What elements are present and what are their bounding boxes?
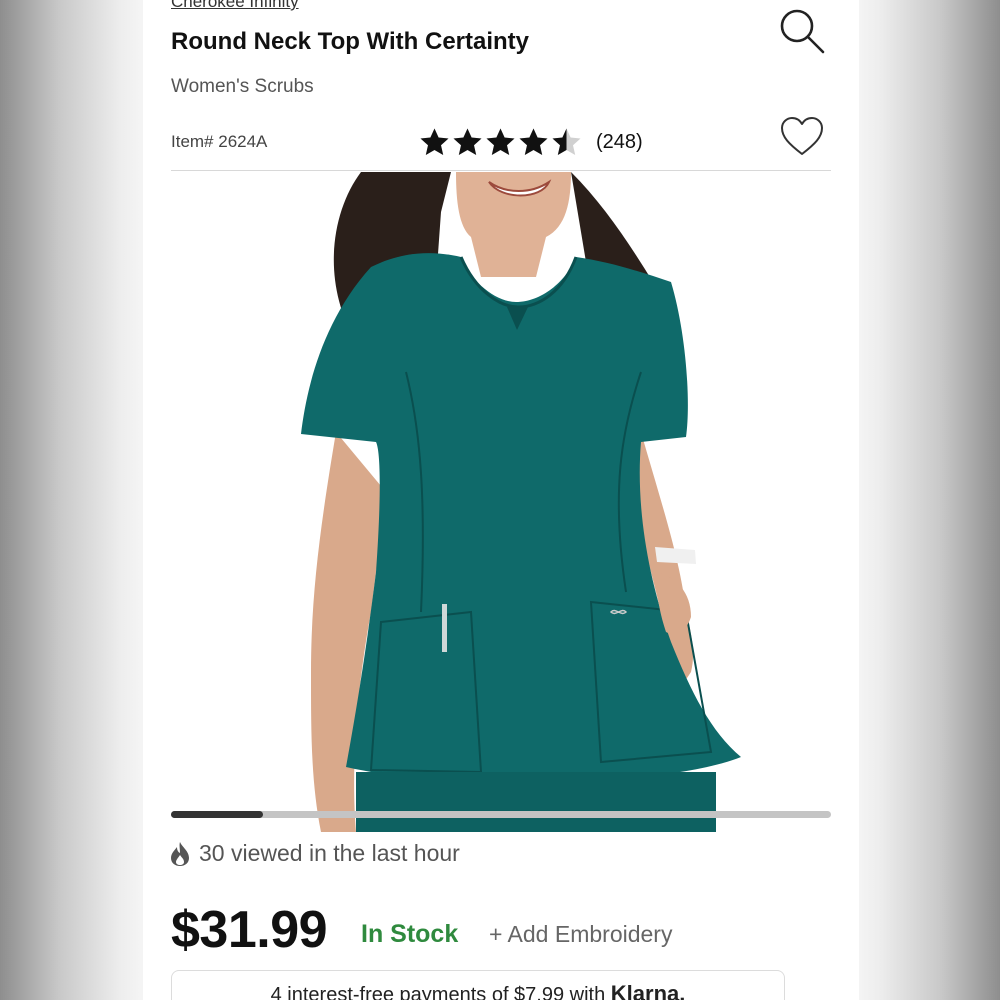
- item-number: Item# 2624A: [171, 132, 268, 151]
- header-divider: [171, 170, 831, 171]
- star-full-icon: [420, 128, 449, 155]
- star-full-icon: [519, 128, 548, 155]
- rating-summary[interactable]: (248): [419, 124, 643, 160]
- klarna-text: 4 interest-free payments of $7.99 with: [270, 984, 606, 1000]
- review-count[interactable]: (248): [596, 131, 643, 154]
- brand-link[interactable]: Cherokee Infinity: [171, 0, 299, 12]
- product-category: Women's Scrubs: [171, 76, 314, 97]
- social-proof: 30 viewed in the last hour: [169, 840, 460, 867]
- star-full-icon: [453, 128, 482, 155]
- rating-stars: [419, 127, 584, 158]
- price: $31.99: [171, 901, 328, 959]
- star-half-icon: [552, 128, 581, 155]
- search-icon[interactable]: [775, 4, 829, 58]
- klarna-logo: Klarna.: [610, 981, 686, 1000]
- views-text: 30 viewed in the last hour: [199, 840, 460, 866]
- image-carousel-progress[interactable]: [171, 811, 831, 818]
- klarna-banner[interactable]: 4 interest-free payments of $7.99 with K…: [171, 970, 785, 1000]
- heart-outline-icon[interactable]: [779, 114, 825, 160]
- add-embroidery-link[interactable]: + Add Embroidery: [489, 921, 672, 948]
- product-image[interactable]: [171, 172, 831, 832]
- product-page: Cherokee Infinity Round Neck Top With Ce…: [143, 0, 859, 1000]
- product-title: Round Neck Top With Certainty: [171, 28, 530, 55]
- stock-status: In Stock: [361, 920, 459, 948]
- flame-icon: [171, 841, 189, 866]
- star-full-icon: [486, 128, 515, 155]
- carousel-progress-indicator: [171, 811, 264, 818]
